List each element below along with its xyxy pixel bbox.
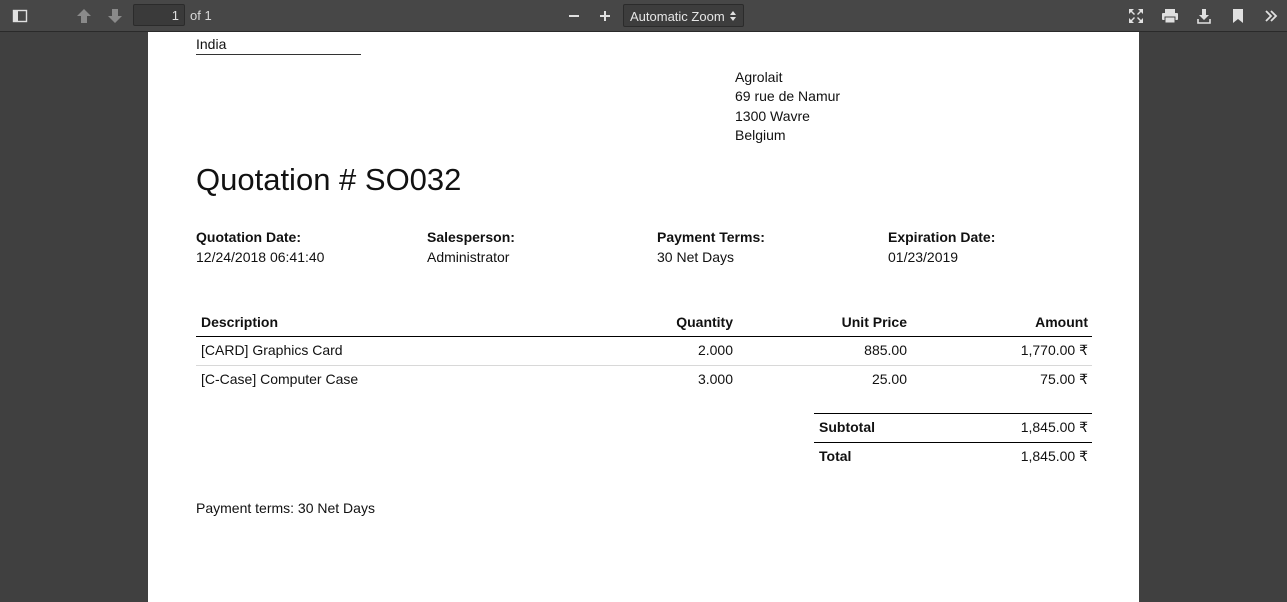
address-divider bbox=[196, 54, 361, 55]
page-number-input[interactable] bbox=[133, 4, 185, 26]
subtotal-label: Subtotal bbox=[819, 419, 875, 435]
totals-divider bbox=[814, 413, 1092, 414]
zoom-in-button[interactable] bbox=[593, 4, 617, 28]
row-unit-price: 25.00 bbox=[871, 371, 907, 387]
total-value: 1,845.00 ₹ bbox=[1020, 448, 1088, 464]
pdf-toolbar: of 1 Automatic Zoom bbox=[0, 0, 1287, 32]
fullscreen-icon bbox=[1129, 9, 1143, 23]
row-amount: 75.00 ₹ bbox=[1040, 371, 1088, 387]
previous-page-button[interactable] bbox=[72, 4, 96, 28]
document-viewer[interactable]: India Agrolait 69 rue de Namur 1300 Wavr… bbox=[0, 32, 1287, 602]
page-count-label: of 1 bbox=[190, 8, 212, 23]
arrow-down-icon bbox=[108, 9, 122, 23]
download-icon bbox=[1197, 9, 1211, 24]
minus-icon bbox=[569, 15, 579, 17]
payment-terms-value: 30 Net Days bbox=[657, 249, 735, 265]
row-description: [CARD] Graphics Card bbox=[201, 342, 343, 358]
column-header-unit-price: Unit Price bbox=[841, 314, 907, 330]
zoom-select[interactable]: Automatic Zoom bbox=[623, 4, 744, 27]
row-amount: 1,770.00 ₹ bbox=[1020, 342, 1088, 358]
salesperson-value: Administrator bbox=[427, 249, 510, 265]
salesperson-label: Salesperson: bbox=[427, 229, 515, 245]
quotation-date-label: Quotation Date: bbox=[196, 229, 301, 245]
next-page-button[interactable] bbox=[103, 4, 127, 28]
arrow-up-icon bbox=[77, 9, 91, 23]
pdf-page: India Agrolait 69 rue de Namur 1300 Wavr… bbox=[148, 32, 1139, 602]
sidebar-toggle-icon bbox=[12, 9, 28, 23]
row-unit-price: 885.00 bbox=[864, 342, 907, 358]
customer-address-line: 69 rue de Namur bbox=[735, 88, 841, 104]
quotation-date-value: 12/24/2018 06:41:40 bbox=[196, 249, 325, 265]
double-chevron-right-icon bbox=[1265, 10, 1278, 22]
presentation-mode-button[interactable] bbox=[1124, 4, 1148, 28]
row-quantity: 2.000 bbox=[697, 342, 733, 358]
plus-icon bbox=[600, 11, 610, 21]
expiration-date-label: Expiration Date: bbox=[888, 229, 996, 245]
tools-menu-button[interactable] bbox=[1259, 4, 1283, 28]
customer-address-line: Belgium bbox=[735, 127, 786, 143]
zoom-out-button[interactable] bbox=[562, 4, 586, 28]
payment-terms-label: Payment Terms: bbox=[657, 229, 765, 245]
address-last-line: India bbox=[196, 36, 227, 52]
total-divider bbox=[814, 442, 1092, 443]
column-header-description: Description bbox=[201, 314, 279, 330]
zoom-select-value: Automatic Zoom bbox=[630, 9, 725, 24]
row-description: [C-Case] Computer Case bbox=[201, 371, 359, 387]
table-header-divider bbox=[196, 336, 1092, 337]
download-button[interactable] bbox=[1192, 4, 1216, 28]
printer-icon bbox=[1162, 9, 1178, 24]
expiration-date-value: 01/23/2019 bbox=[888, 249, 959, 265]
payment-terms-note: Payment terms: 30 Net Days bbox=[196, 500, 375, 516]
customer-address-line: 1300 Wavre bbox=[735, 108, 810, 124]
subtotal-value: 1,845.00 ₹ bbox=[1020, 419, 1088, 435]
select-arrows-icon bbox=[730, 11, 736, 21]
quotation-title: Quotation # SO032 bbox=[196, 162, 462, 197]
column-header-quantity: Quantity bbox=[676, 314, 733, 330]
print-button[interactable] bbox=[1158, 4, 1182, 28]
sidebar-toggle-button[interactable] bbox=[8, 4, 32, 28]
bookmark-icon bbox=[1233, 9, 1243, 23]
bookmark-button[interactable] bbox=[1226, 4, 1250, 28]
row-quantity: 3.000 bbox=[697, 371, 733, 387]
total-label: Total bbox=[819, 448, 852, 464]
row-divider bbox=[196, 365, 1092, 366]
customer-address-line: Agrolait bbox=[735, 69, 783, 85]
column-header-amount: Amount bbox=[1035, 314, 1088, 330]
